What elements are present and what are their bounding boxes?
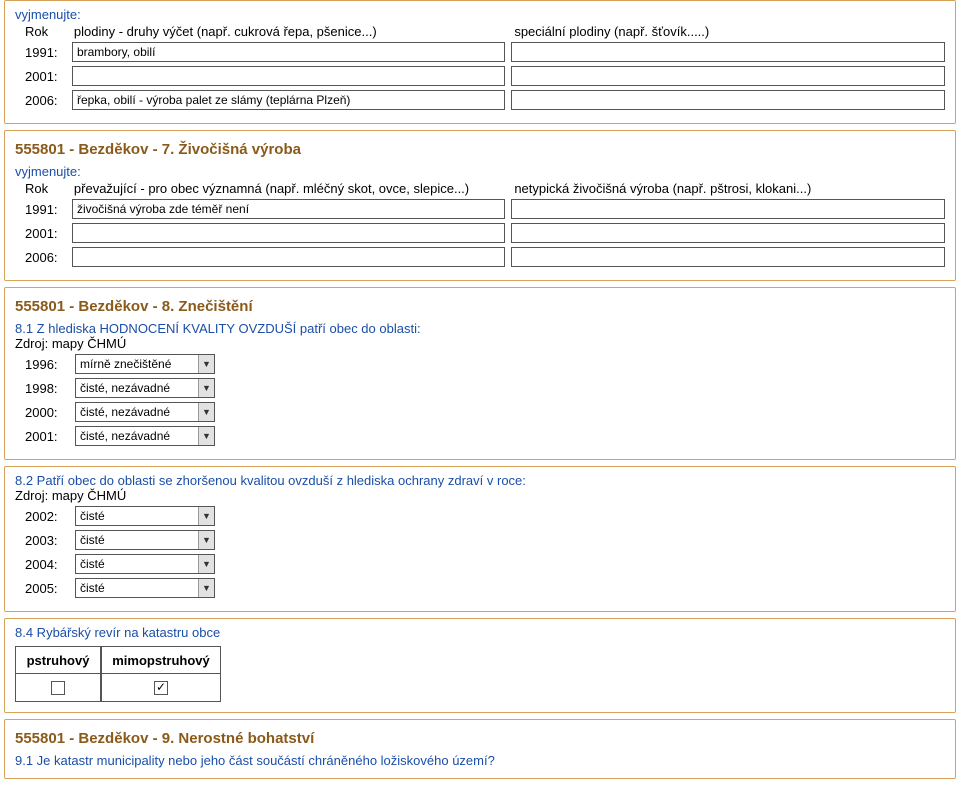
zivocisna-2006-right[interactable]	[511, 247, 945, 267]
section-8-1: 555801 - Bezděkov - 8. Znečištění 8.1 Z …	[4, 287, 956, 460]
q81-title: 8.1 Z hlediska HODNOCENÍ KVALITY OVZDUŠÍ…	[15, 321, 945, 336]
select-value: čisté, nezávadné	[80, 429, 170, 443]
q82-title: 8.2 Patří obec do oblasti se zhoršenou k…	[15, 473, 945, 488]
q84-value-row	[15, 674, 221, 702]
q84-mimopstruhovy-checkbox[interactable]	[154, 681, 168, 695]
plodiny-2001-left[interactable]	[72, 66, 506, 86]
row-1991: 1991: živočišná výroba zde téměř není	[15, 198, 945, 220]
chevron-down-icon: ▼	[198, 403, 214, 421]
chevron-down-icon: ▼	[198, 507, 214, 525]
section-8-heading: 555801 - Bezděkov - 8. Znečištění	[15, 298, 945, 315]
chevron-down-icon: ▼	[198, 355, 214, 373]
zivocisna-2006-left[interactable]	[72, 247, 506, 267]
select-value: čisté	[80, 581, 105, 595]
chevron-down-icon: ▼	[198, 555, 214, 573]
row-2001: 2001:	[15, 65, 945, 87]
chevron-down-icon: ▼	[198, 579, 214, 597]
q84-head-row: pstruhový mimopstruhový	[15, 646, 221, 674]
zivocisna-2001-left[interactable]	[72, 223, 506, 243]
q82-source: Zdroj: mapy ČHMÚ	[15, 488, 945, 503]
select-value: čisté	[80, 533, 105, 547]
q82-2004-select[interactable]: čisté ▼	[75, 554, 215, 574]
col-right-head: netypická živočišná výroba (např. pštros…	[508, 181, 945, 196]
select-value: čisté	[80, 509, 105, 523]
q81-row-1996: 1996: mírně znečištěné ▼	[15, 353, 945, 375]
select-value: mírně znečištěné	[80, 357, 171, 371]
q81-1998-select[interactable]: čisté, nezávadné ▼	[75, 378, 215, 398]
year-label: 2000:	[15, 405, 69, 420]
q82-row-2002: 2002: čisté ▼	[15, 505, 945, 527]
year-label: 2005:	[15, 581, 69, 596]
q82-row-2005: 2005: čisté ▼	[15, 577, 945, 599]
year-label: 2003:	[15, 533, 69, 548]
plodiny-1991-right[interactable]	[511, 42, 945, 62]
q81-2001-select[interactable]: čisté, nezávadné ▼	[75, 426, 215, 446]
zivocisna-2001-right[interactable]	[511, 223, 945, 243]
zivocisna-1991-right[interactable]	[511, 199, 945, 219]
col-left-head: převažující - pro obec významná (např. m…	[72, 181, 508, 196]
select-value: čisté, nezávadné	[80, 405, 170, 419]
year-label: 2001:	[15, 69, 66, 84]
list-label: vyjmenujte:	[15, 7, 945, 22]
year-label: 2004:	[15, 557, 69, 572]
year-label: 1991:	[15, 202, 66, 217]
plodiny-2006-right[interactable]	[511, 90, 945, 110]
q82-2003-select[interactable]: čisté ▼	[75, 530, 215, 550]
section-7-heading: 555801 - Bezděkov - 7. Živočišná výroba	[15, 141, 945, 158]
row-2001: 2001:	[15, 222, 945, 244]
year-label: 2001:	[15, 226, 66, 241]
section-9: 555801 - Bezděkov - 9. Nerostné bohatstv…	[4, 719, 956, 779]
q84-col-pstruhovy: pstruhový	[15, 646, 101, 674]
q82-row-2003: 2003: čisté ▼	[15, 529, 945, 551]
q81-row-2000: 2000: čisté, nezávadné ▼	[15, 401, 945, 423]
plodiny-2006-left[interactable]: řepka, obilí - výroba palet ze slámy (te…	[72, 90, 506, 110]
q84-cell-pstruhovy	[15, 674, 101, 702]
col-right-head: speciální plodiny (např. šťovík.....)	[508, 24, 945, 39]
q81-row-2001: 2001: čisté, nezávadné ▼	[15, 425, 945, 447]
section-7-zivocisna: 555801 - Bezděkov - 7. Živočišná výroba …	[4, 130, 956, 281]
row-1991: 1991: brambory, obilí	[15, 41, 945, 63]
q82-2002-select[interactable]: čisté ▼	[75, 506, 215, 526]
q82-row-2004: 2004: čisté ▼	[15, 553, 945, 575]
q81-1996-select[interactable]: mírně znečištěné ▼	[75, 354, 215, 374]
select-value: čisté	[80, 557, 105, 571]
head-row: Rok převažující - pro obec významná (nap…	[15, 181, 945, 196]
section-plodiny: vyjmenujte: Rok plodiny - druhy výčet (n…	[4, 0, 956, 124]
q81-row-1998: 1998: čisté, nezávadné ▼	[15, 377, 945, 399]
q84-col-mimopstruhovy: mimopstruhový	[101, 646, 221, 674]
q84-pstruhovy-checkbox[interactable]	[51, 681, 65, 695]
section-8-4: 8.4 Rybářský revír na katastru obce pstr…	[4, 618, 956, 713]
row-2006: 2006:	[15, 246, 945, 268]
year-label: 2006:	[15, 250, 66, 265]
head-row: Rok plodiny - druhy výčet (např. cukrová…	[15, 24, 945, 39]
col-year-head: Rok	[15, 181, 72, 196]
chevron-down-icon: ▼	[198, 379, 214, 397]
zivocisna-1991-left[interactable]: živočišná výroba zde téměř není	[72, 199, 506, 219]
plodiny-2001-right[interactable]	[511, 66, 945, 86]
section-8-2: 8.2 Patří obec do oblasti se zhoršenou k…	[4, 466, 956, 612]
year-label: 1991:	[15, 45, 66, 60]
q84-cell-mimopstruhovy	[101, 674, 221, 702]
row-2006: 2006: řepka, obilí - výroba palet ze slá…	[15, 89, 945, 111]
select-value: čisté, nezávadné	[80, 381, 170, 395]
q81-source: Zdroj: mapy ČHMÚ	[15, 336, 945, 351]
year-label: 1996:	[15, 357, 69, 372]
col-year-head: Rok	[15, 24, 72, 39]
year-label: 2002:	[15, 509, 69, 524]
year-label: 2001:	[15, 429, 69, 444]
section-9-heading: 555801 - Bezděkov - 9. Nerostné bohatstv…	[15, 730, 945, 747]
q82-2005-select[interactable]: čisté ▼	[75, 578, 215, 598]
chevron-down-icon: ▼	[198, 427, 214, 445]
year-label: 1998:	[15, 381, 69, 396]
chevron-down-icon: ▼	[198, 531, 214, 549]
list-label: vyjmenujte:	[15, 164, 945, 179]
q91-title: 9.1 Je katastr municipality nebo jeho čá…	[15, 753, 945, 768]
q81-2000-select[interactable]: čisté, nezávadné ▼	[75, 402, 215, 422]
col-left-head: plodiny - druhy výčet (např. cukrová řep…	[72, 24, 508, 39]
q84-title: 8.4 Rybářský revír na katastru obce	[15, 625, 945, 640]
plodiny-1991-left[interactable]: brambory, obilí	[72, 42, 506, 62]
year-label: 2006:	[15, 93, 66, 108]
